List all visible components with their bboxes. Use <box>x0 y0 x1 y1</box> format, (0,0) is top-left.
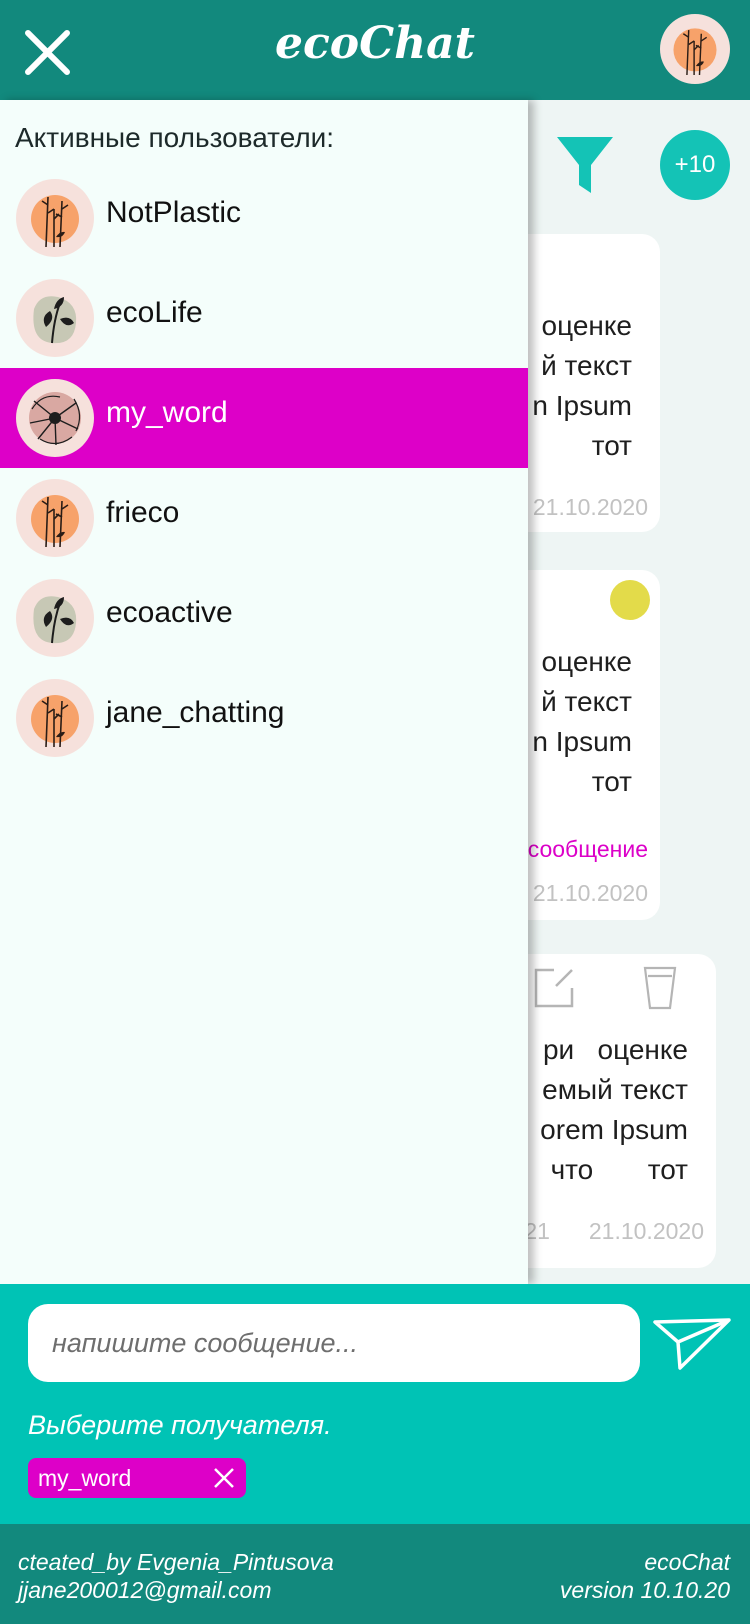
avatar <box>16 679 94 757</box>
avatar <box>16 579 94 657</box>
message-date: 21.10.2020 <box>532 880 648 906</box>
status-dot <box>610 580 650 620</box>
footer-credit: cteated_by Evgenia_Pintusova <box>18 1549 334 1575</box>
app-footer: cteated_by Evgenia_Pintusova jjane200012… <box>0 1524 750 1624</box>
avatar <box>16 279 94 357</box>
message-note[interactable]: сообщение <box>528 836 648 863</box>
active-users-drawer: Активные пользователи: NotPlastic ecoLif… <box>0 100 528 1284</box>
user-item-ecolife[interactable]: ecoLife <box>0 268 528 368</box>
user-item-ecoactive[interactable]: ecoactive <box>0 568 528 668</box>
delete-icon[interactable] <box>642 964 678 1010</box>
user-name: frieco <box>106 496 180 529</box>
edit-icon[interactable] <box>532 966 576 1010</box>
user-item-my-word[interactable]: my_word <box>0 368 528 468</box>
recipient-chip-label: my_word <box>38 1465 132 1491</box>
app-header: ecoChat <box>0 0 750 100</box>
avatar <box>16 479 94 557</box>
user-name: ecoLife <box>106 296 203 329</box>
profile-avatar[interactable] <box>660 14 730 84</box>
user-name: my_word <box>106 396 228 429</box>
app-title: ecoChat <box>275 18 475 69</box>
compose-panel: Выберите получателя. my_word <box>0 1284 750 1524</box>
user-item-jane-chatting[interactable]: jane_chatting <box>0 668 528 768</box>
user-name: ecoactive <box>106 596 233 629</box>
user-name: NotPlastic <box>106 196 242 229</box>
user-item-notplastic[interactable]: NotPlastic <box>0 168 528 268</box>
footer-app-name: ecoChat <box>644 1549 730 1575</box>
footer-version: version 10.10.20 <box>559 1577 730 1603</box>
filter-icon[interactable] <box>555 135 615 195</box>
message-date: 21.10.2020 <box>588 1218 704 1244</box>
avatar <box>16 179 94 257</box>
user-name: jane_chatting <box>106 696 285 729</box>
user-item-frieco[interactable]: frieco <box>0 468 528 568</box>
message-input[interactable] <box>28 1304 640 1382</box>
footer-email: jjane200012@gmail.com <box>18 1577 272 1603</box>
participants-count-badge[interactable]: +10 <box>660 130 730 200</box>
recipient-hint: Выберите получателя. <box>28 1410 332 1440</box>
recipient-chip[interactable]: my_word <box>28 1458 246 1498</box>
close-icon[interactable] <box>212 1466 236 1490</box>
send-icon[interactable] <box>652 1314 732 1374</box>
drawer-title: Активные пользователи: <box>15 122 335 153</box>
message-date: 21.10.2020 <box>532 494 648 520</box>
avatar <box>16 379 94 457</box>
